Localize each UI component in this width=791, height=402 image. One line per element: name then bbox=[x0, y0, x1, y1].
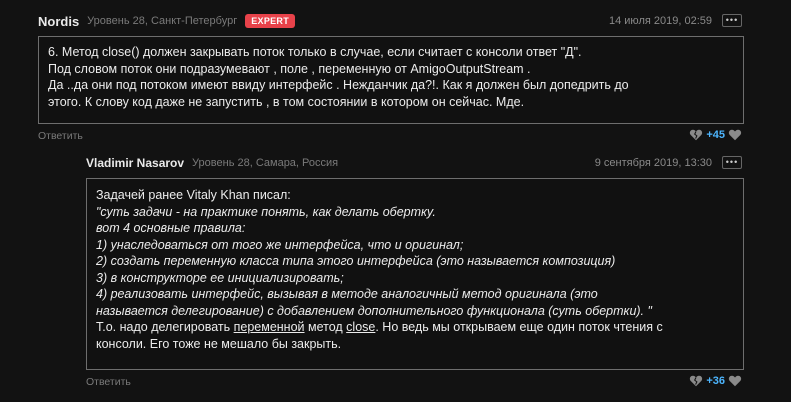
author-name[interactable]: Vladimir Nasarov bbox=[86, 156, 184, 170]
reply-button[interactable]: Ответить bbox=[38, 130, 83, 142]
underlined-word: переменной bbox=[233, 320, 305, 334]
expert-badge: EXPERT bbox=[245, 14, 296, 28]
author-meta: Уровень 28, Санкт-Петербург bbox=[87, 15, 238, 27]
quote-line: называется делегирование) с добавлением … bbox=[96, 303, 652, 318]
conclusion-text: . Но ведь мы открываем еще один поток чт… bbox=[375, 320, 663, 334]
comment-line: Да ..да они под потоком имеют ввиду инте… bbox=[48, 78, 629, 92]
quote-line: 2) создать переменную класса типа этого … bbox=[96, 254, 616, 268]
vote-score: +36 bbox=[706, 375, 725, 387]
more-options-button[interactable]: ••• bbox=[722, 14, 742, 27]
comment-intro: Задачей ранее Vitaly Khan писал: bbox=[96, 188, 291, 202]
comment-vladimir: Vladimir Nasarov Уровень 28, Самара, Рос… bbox=[86, 152, 744, 392]
heart-icon[interactable] bbox=[728, 128, 742, 142]
author-meta: Уровень 28, Самара, Россия bbox=[192, 157, 339, 169]
comment-line: этого. К слову код даже не запустить , в… bbox=[48, 94, 525, 109]
comment-line: 6. Метод close() должен закрывать поток … bbox=[48, 45, 582, 59]
quote-line: "суть задачи - на практике понять, как д… bbox=[96, 204, 436, 219]
comment-date: 9 сентября 2019, 13:30 bbox=[594, 157, 712, 169]
quote-line: 4) реализовать интерфейс, вызывая в мето… bbox=[96, 287, 598, 301]
comment-header: Vladimir Nasarov Уровень 28, Самара, Рос… bbox=[86, 152, 744, 174]
quote-line: 3) в конструкторе ее инициализировать; bbox=[96, 270, 344, 285]
comment-line: Под словом поток они подразумевают , пол… bbox=[48, 61, 531, 76]
quote-line: 1) унаследоваться от того же интерфейса,… bbox=[96, 237, 464, 252]
conclusion-text: метод bbox=[304, 320, 347, 334]
comment-nordis: Nordis Уровень 28, Санкт-Петербург EXPER… bbox=[38, 10, 744, 146]
author-name[interactable]: Nordis bbox=[38, 14, 79, 29]
comment-body: Задачей ранее Vitaly Khan писал: "суть з… bbox=[86, 178, 744, 370]
underlined-word: close bbox=[346, 320, 376, 334]
heart-broken-icon[interactable] bbox=[689, 374, 703, 388]
reply-button[interactable]: Ответить bbox=[86, 376, 131, 388]
vote-block: +36 bbox=[689, 374, 742, 388]
comment-date: 14 июля 2019, 02:59 bbox=[609, 15, 712, 27]
comment-header: Nordis Уровень 28, Санкт-Петербург EXPER… bbox=[38, 10, 744, 32]
vote-block: +45 bbox=[689, 128, 742, 142]
comment-footer: Ответить +36 bbox=[86, 372, 744, 392]
vote-score: +45 bbox=[706, 129, 725, 141]
comments-page: Nordis Уровень 28, Санкт-Петербург EXPER… bbox=[0, 0, 791, 402]
comment-line: консоли. Его тоже не мешало бы закрыть. bbox=[96, 336, 342, 351]
heart-broken-icon[interactable] bbox=[689, 128, 703, 142]
comment-footer: Ответить +45 bbox=[38, 126, 744, 146]
conclusion-text: Т.о. надо делегировать bbox=[96, 320, 234, 334]
quote-line: вот 4 основные правила: bbox=[96, 221, 246, 235]
more-options-button[interactable]: ••• bbox=[722, 156, 742, 169]
comment-body: 6. Метод close() должен закрывать поток … bbox=[38, 36, 744, 124]
comment-conclusion: Т.о. надо делегировать переменной метод … bbox=[96, 319, 734, 336]
heart-icon[interactable] bbox=[728, 374, 742, 388]
